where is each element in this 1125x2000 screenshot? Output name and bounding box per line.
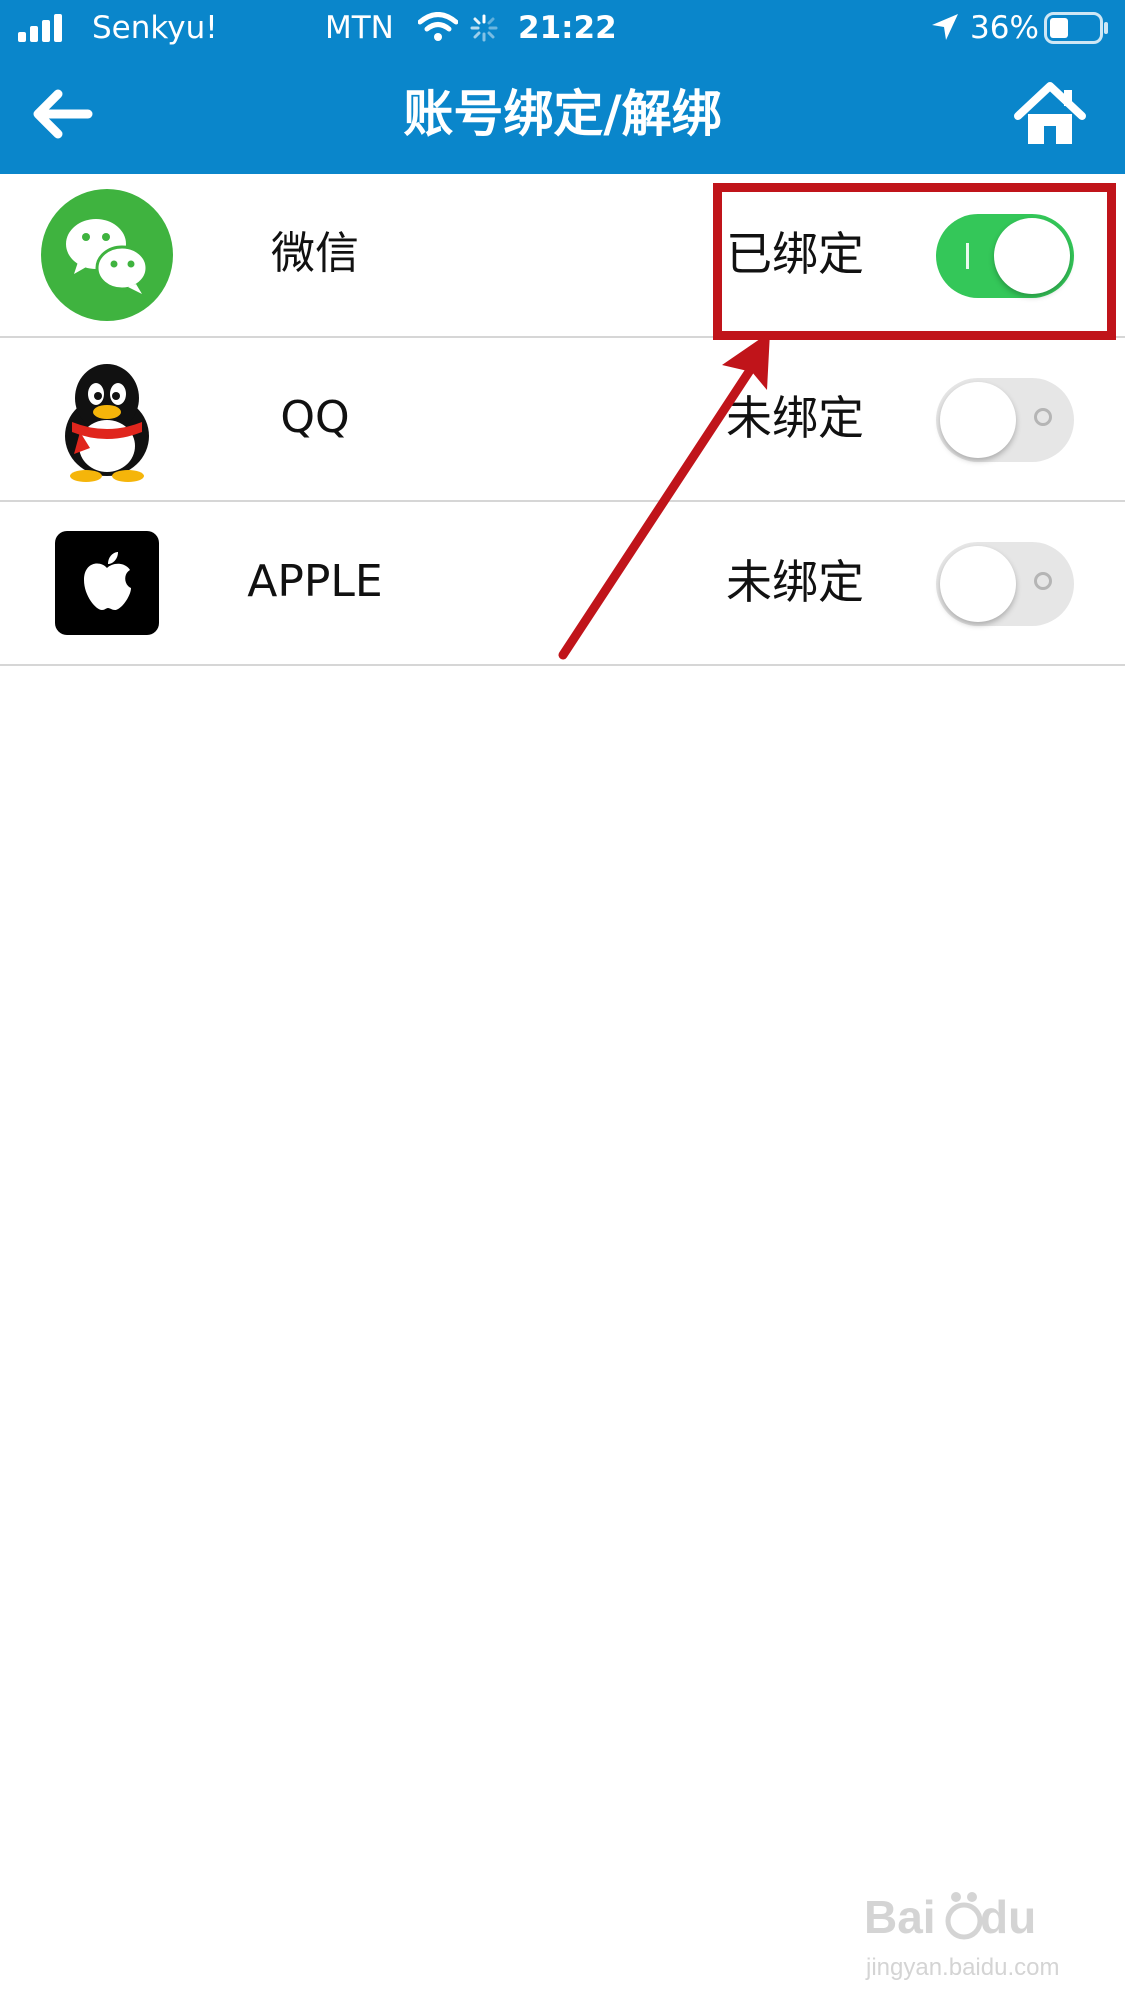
baidu-jingyan-logo: Bai du jingyan.baidu.com: [864, 1891, 1059, 1981]
highlight-annotation-box: [713, 183, 1116, 340]
signal-icon: [18, 14, 62, 42]
svg-text:du: du: [980, 1891, 1036, 1943]
apple-icon: [55, 531, 159, 635]
account-name-wechat: 微信: [271, 228, 359, 279]
toggle-off-mark: [1034, 572, 1052, 590]
toggle-knob: [940, 546, 1016, 622]
status-bar: Senkyu! MTN 21:22 36%: [0, 0, 1125, 56]
bind-toggle-apple[interactable]: [936, 542, 1074, 626]
clock: 21:22: [518, 10, 617, 46]
network-name: MTN: [325, 10, 394, 46]
carrier-name: Senkyu!: [92, 10, 218, 46]
svg-text:Bai: Bai: [864, 1891, 936, 1943]
qq-penguin-icon: [65, 364, 149, 482]
baidu-watermark: Bai du jingyan.baidu.com: [860, 1875, 1090, 1985]
home-icon: [1014, 82, 1086, 144]
loading-spinner-icon: [470, 14, 498, 42]
account-name-apple: APPLE: [247, 556, 383, 607]
toggle-off-mark: [1034, 408, 1052, 426]
bind-toggle-qq[interactable]: [936, 378, 1074, 462]
bind-status-qq: 未绑定: [726, 391, 864, 445]
location-arrow-icon: [932, 14, 958, 40]
home-button[interactable]: [1010, 80, 1090, 148]
page-title: 账号绑定/解绑: [403, 85, 722, 143]
top-bar: Senkyu! MTN 21:22 36% 账号绑定/解绑: [0, 0, 1125, 174]
svg-text:jingyan.baidu.com: jingyan.baidu.com: [865, 1954, 1059, 1981]
wifi-icon: [418, 12, 458, 41]
battery-icon: [1044, 12, 1108, 44]
account-name-qq: QQ: [280, 392, 350, 443]
battery-percent: 36%: [970, 10, 1039, 46]
account-row-qq: QQ 未绑定: [0, 338, 1125, 502]
wechat-icon: [41, 189, 173, 321]
account-row-apple: APPLE 未绑定: [0, 502, 1125, 666]
toggle-knob: [940, 382, 1016, 458]
bind-status-apple: 未绑定: [726, 555, 864, 609]
